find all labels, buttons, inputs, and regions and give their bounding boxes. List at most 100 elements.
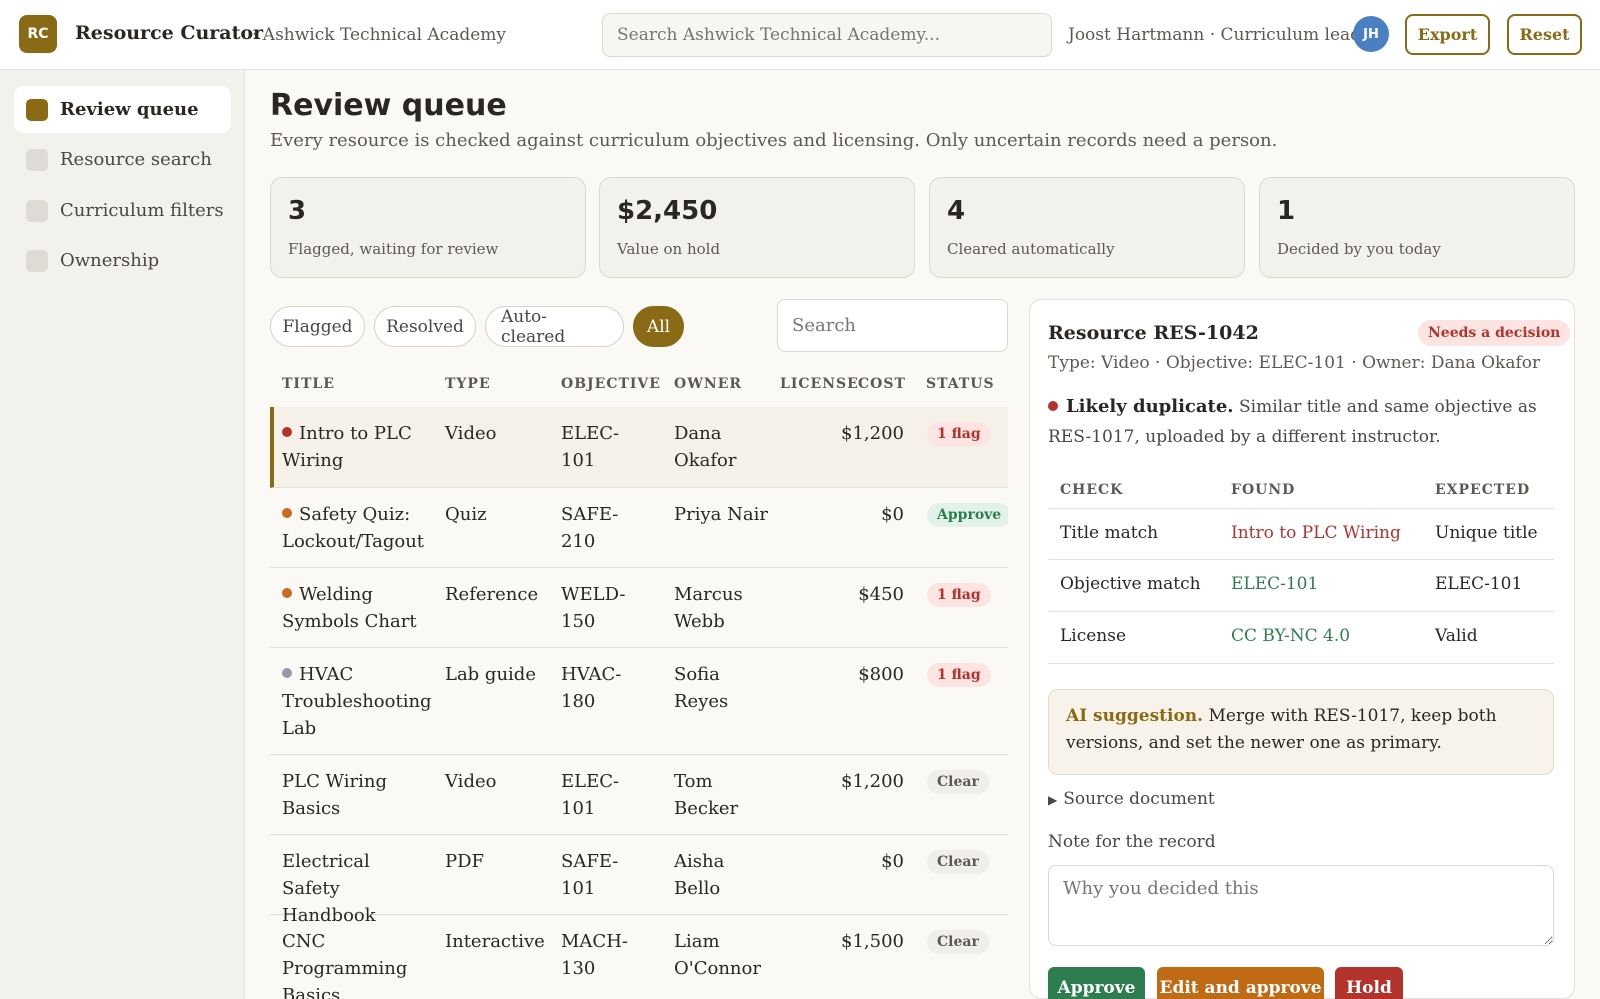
check-found: CC BY-NC 4.0 <box>1231 626 1351 646</box>
sidebar-item-resource-search[interactable]: Resource search <box>14 136 231 183</box>
reset-button[interactable]: Reset <box>1507 14 1582 55</box>
sidebar-item-label: Resource search <box>60 149 212 170</box>
filter-chip-resolved[interactable]: Resolved <box>374 306 476 347</box>
column-header-objective[interactable]: OBJECTIVE <box>561 376 661 392</box>
check-expected: Unique title <box>1435 523 1538 543</box>
stat-label: Flagged, waiting for review <box>288 240 499 258</box>
org-name: · Ashwick Technical Academy <box>252 25 507 45</box>
check-expected: Valid <box>1435 626 1478 646</box>
check-column-check: CHECK <box>1060 482 1124 498</box>
edit-and-approve-button[interactable]: Edit and approve <box>1157 967 1324 999</box>
row-title-text: Safety Quiz: Lockout/Tagout <box>282 504 425 552</box>
row-title: Intro to PLC Wiring <box>282 420 432 474</box>
square-icon <box>26 249 48 272</box>
row-owner: Liam O'Connor <box>674 931 761 979</box>
sidebar-item-ownership[interactable]: Ownership <box>14 237 231 284</box>
ai-suggestion-label: AI suggestion. <box>1066 706 1204 726</box>
row-title-text: Intro to PLC Wiring <box>282 423 412 471</box>
column-header-title[interactable]: TITLE <box>282 376 335 392</box>
stat-card-decided-today: 1 Decided by you today <box>1259 177 1575 278</box>
status-dot-icon <box>282 427 292 437</box>
row-title-text: HVAC Troubleshooting Lab <box>282 664 432 739</box>
app-logo: RC <box>19 15 57 53</box>
row-type: Interactive <box>445 931 545 952</box>
row-owner: Priya Nair <box>674 504 768 525</box>
stat-value: 4 <box>947 196 966 226</box>
table-row[interactable]: Welding Symbols Chart Reference WELD-150 Ma… <box>270 568 1008 648</box>
table-row[interactable]: HVAC Troubleshooting Lab Lab guide HVAC-18… <box>270 648 1008 755</box>
check-row: License CC BY-NC 4.0 Valid <box>1048 612 1554 664</box>
note-label: Note for the record <box>1048 832 1216 852</box>
source-document-toggle[interactable]: ▶ Source document <box>1048 789 1215 809</box>
filter-chip-all[interactable]: All <box>633 306 684 347</box>
page-subtitle: Every resource is checked against curric… <box>270 130 1278 151</box>
column-header-owner[interactable]: OWNER <box>674 376 742 392</box>
sidebar-item-curriculum-filters[interactable]: Curriculum filters <box>14 187 231 234</box>
sidebar-item-label: Curriculum filters <box>60 200 224 221</box>
triangle-right-icon: ▶ <box>1048 793 1058 807</box>
note-textarea[interactable] <box>1048 865 1554 946</box>
square-icon <box>26 148 48 171</box>
sidebar-item-review-queue[interactable]: Review queue <box>14 86 231 133</box>
detail-meta: Type: Video · Objective: ELEC-101 · Owne… <box>1048 353 1541 373</box>
row-type: Quiz <box>445 504 487 525</box>
detail-panel: Resource RES-1042 Needs a decision Type:… <box>1029 299 1575 999</box>
row-title: Safety Quiz: Lockout/Tagout <box>282 501 432 555</box>
check-expected: ELEC-101 <box>1435 574 1523 594</box>
row-owner: Marcus Webb <box>674 584 743 632</box>
row-objective: ELEC-101 <box>561 771 620 819</box>
app-name: Resource Curator <box>75 22 264 44</box>
status-badge: 1 flag <box>927 583 991 607</box>
hold-button[interactable]: Hold <box>1335 967 1403 999</box>
column-header-cost[interactable]: COST <box>858 376 906 392</box>
row-title: CNC Programming Basics <box>282 928 432 999</box>
table-row[interactable]: PLC Wiring Basics Video ELEC-101 Tom Becker… <box>270 755 1008 835</box>
column-header-type[interactable]: TYPE <box>445 376 491 392</box>
table-row[interactable]: Safety Quiz: Lockout/Tagout Quiz SAFE-210 P… <box>270 488 1008 568</box>
row-title-text: CNC Programming Basics <box>282 931 408 999</box>
row-type: PDF <box>445 851 485 872</box>
approve-button[interactable]: Approve <box>1048 967 1145 999</box>
row-title: PLC Wiring Basics <box>282 768 432 822</box>
detail-title: Resource RES-1042 <box>1048 322 1259 344</box>
row-cost: $0 <box>881 504 904 525</box>
square-icon <box>26 98 48 121</box>
stat-label: Cleared automatically <box>947 240 1115 258</box>
check-column-expected: EXPECTED <box>1435 482 1531 498</box>
check-found: Intro to PLC Wiring <box>1231 523 1401 543</box>
source-document-label: Source document <box>1063 789 1215 809</box>
stat-label: Decided by you today <box>1277 240 1441 258</box>
page-title: Review queue <box>270 88 507 123</box>
row-objective: WELD-150 <box>561 584 626 632</box>
row-cost: $1,500 <box>841 931 904 952</box>
global-search-input[interactable] <box>602 13 1052 57</box>
check-name: License <box>1060 626 1127 646</box>
column-header-license[interactable]: LICENSE <box>780 376 859 392</box>
row-cost: $450 <box>858 584 904 605</box>
filter-chip-auto-cleared[interactable]: Auto-cleared <box>485 306 624 347</box>
table-row[interactable]: Electrical Safety Handbook PDF SAFE-101 Ais… <box>270 835 1008 926</box>
status-badge: Clear <box>927 930 989 954</box>
row-objective: HVAC-180 <box>561 664 622 712</box>
status-badge: Clear <box>927 850 989 874</box>
table-row[interactable]: Intro to PLC Wiring Video ELEC-101 Dana Oka… <box>270 407 1008 488</box>
table-search-input[interactable] <box>777 299 1008 352</box>
row-objective: ELEC-101 <box>561 423 620 471</box>
check-found: ELEC-101 <box>1231 574 1319 594</box>
check-column-found: FOUND <box>1231 482 1296 498</box>
row-title-text: Welding Symbols Chart <box>282 584 417 632</box>
sidebar-item-label: Ownership <box>60 250 160 271</box>
column-header-status[interactable]: STATUS <box>926 376 995 392</box>
avatar[interactable]: JH <box>1353 16 1389 52</box>
row-owner: Dana Okafor <box>674 423 737 471</box>
status-badge: Clear <box>927 770 989 794</box>
export-button[interactable]: Export <box>1405 14 1490 55</box>
filter-chip-flagged[interactable]: Flagged <box>270 306 365 347</box>
row-title: Welding Symbols Chart <box>282 581 432 635</box>
table-row[interactable]: CNC Programming Basics Interactive MACH-13… <box>270 915 1008 999</box>
status-badge: Approve <box>927 503 1008 527</box>
row-owner: Sofia Reyes <box>674 664 729 712</box>
sidebar-item-label: Review queue <box>60 99 199 120</box>
check-name: Title match <box>1060 523 1159 543</box>
stat-value: 1 <box>1277 196 1296 226</box>
